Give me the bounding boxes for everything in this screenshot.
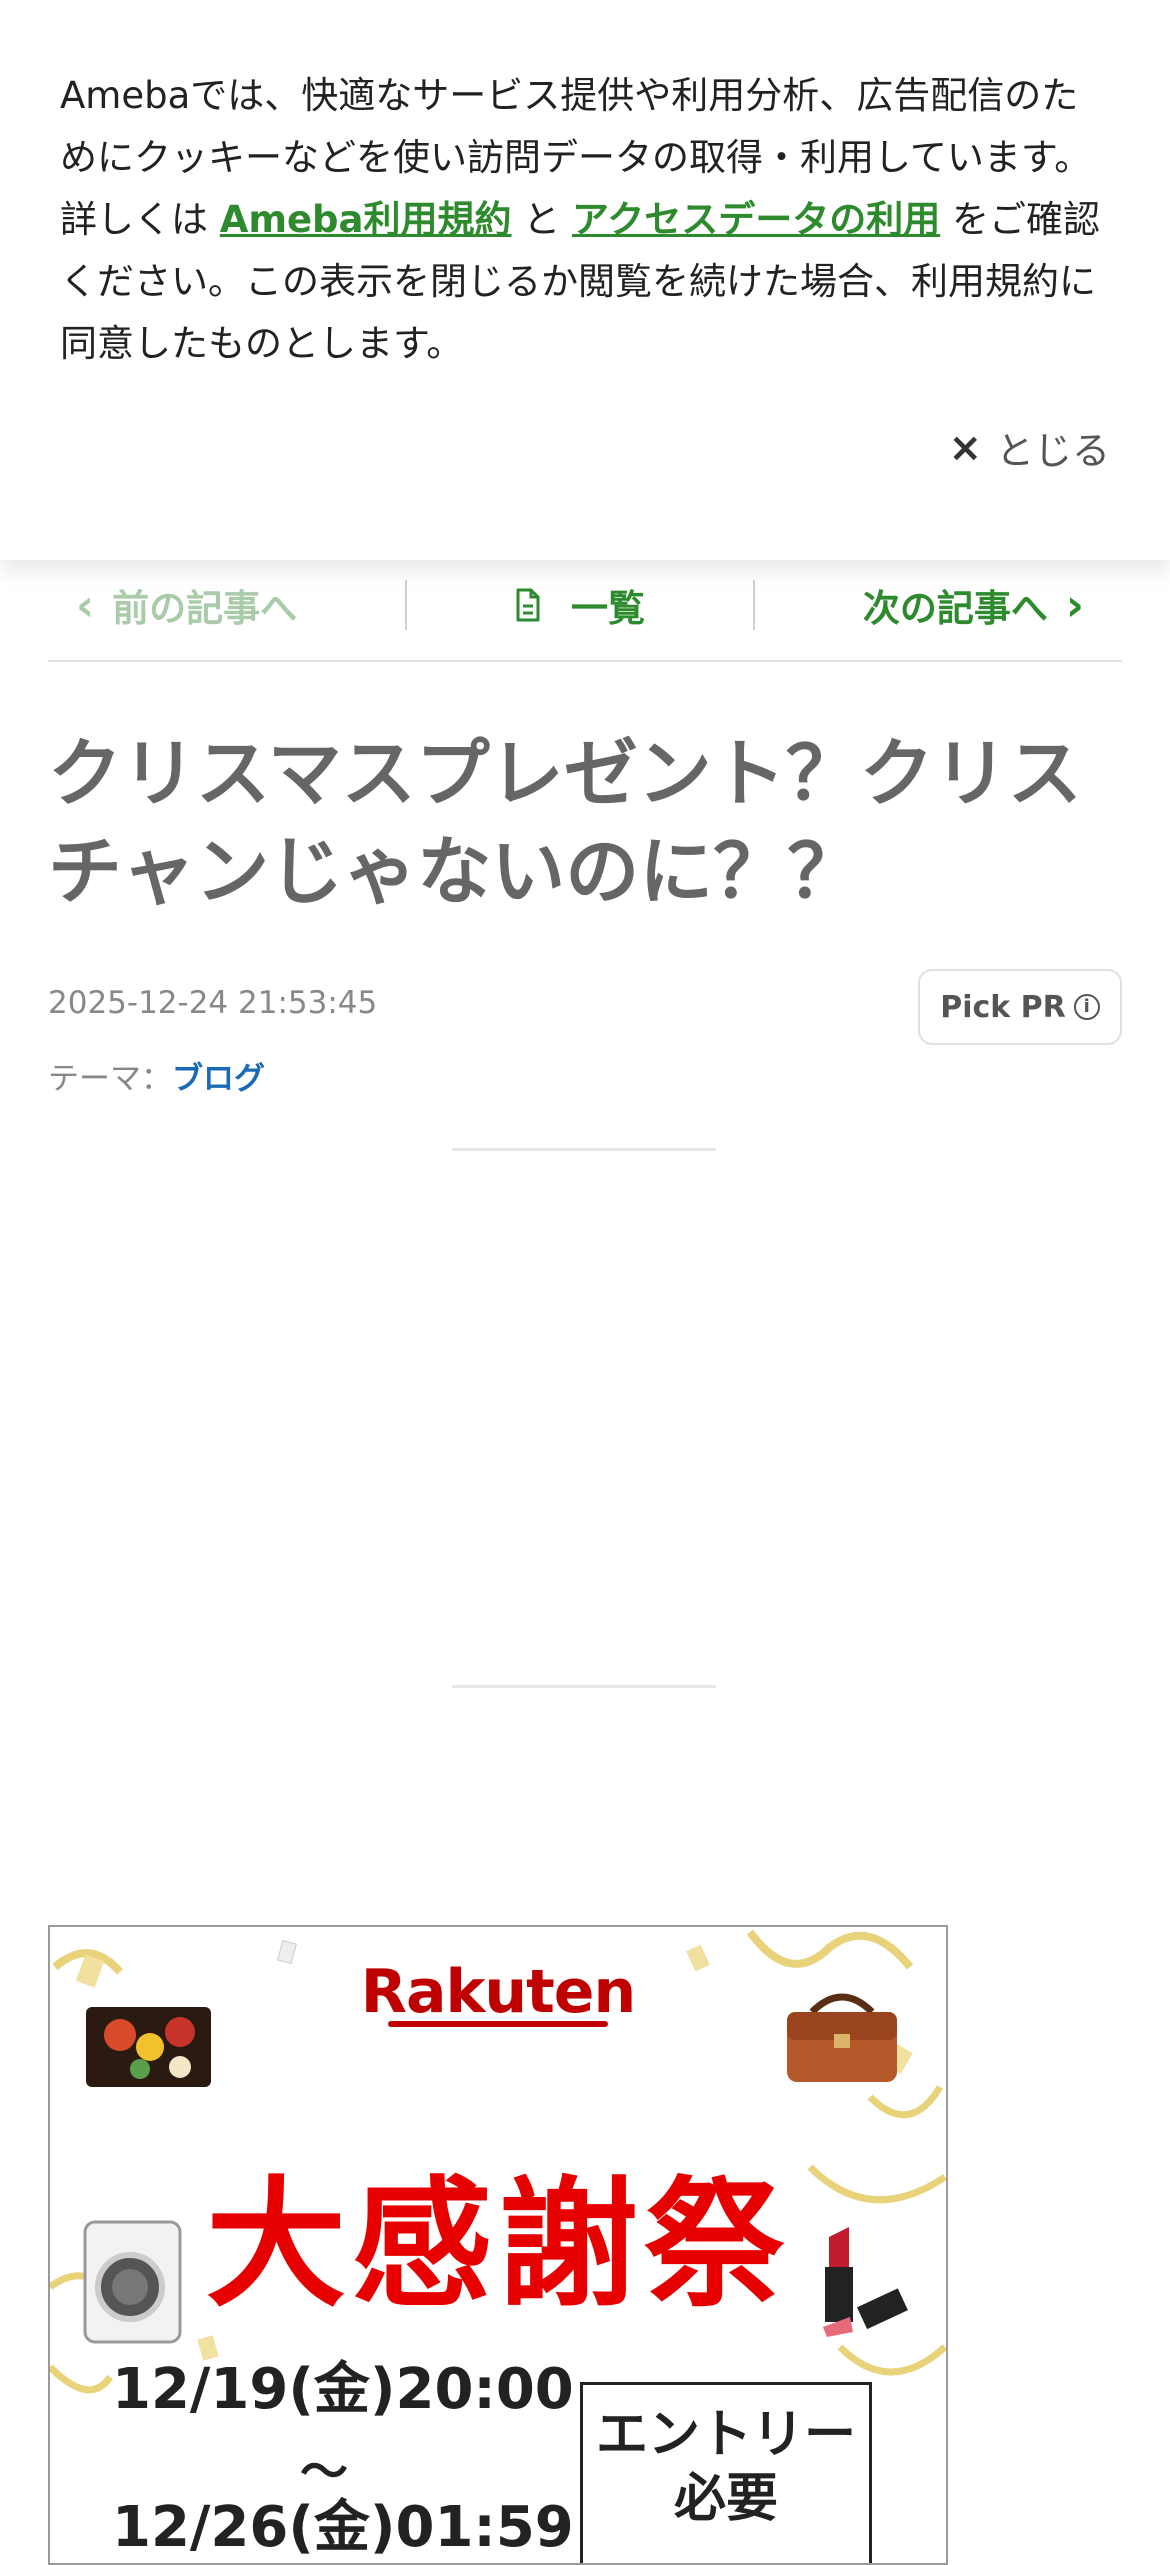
access-data-link[interactable]: アクセスデータの利用 xyxy=(572,198,940,241)
chevron-right-icon: › xyxy=(1065,579,1085,631)
info-icon: i xyxy=(1073,994,1100,1020)
cookie-close-label: とじる xyxy=(995,429,1110,473)
sale-start: 12/19(金)20:00 xyxy=(112,2357,574,2422)
pickpr-label: Pick PR xyxy=(940,989,1066,1025)
cookie-text-part: と xyxy=(511,198,573,241)
pickpr-button[interactable]: Pick PR i xyxy=(918,969,1122,1045)
theme-label: テーマ： xyxy=(48,1061,172,1097)
next-article-label: 次の記事へ xyxy=(862,587,1048,630)
prev-article-link[interactable]: ‹ 前の記事へ xyxy=(48,579,405,631)
cookie-consent-text: Amebaでは、快適なサービス提供や利用分析、広告配信のためにクッキーなどを使い… xyxy=(60,65,1110,375)
cookie-consent-banner: Amebaでは、快適なサービス提供や利用分析、広告配信のためにクッキーなどを使い… xyxy=(0,0,1170,560)
prev-article-label: 前の記事へ xyxy=(112,587,298,630)
entry-required-box: エントリー 必要 xyxy=(580,2382,872,2563)
next-article-link[interactable]: 次の記事へ › xyxy=(755,579,1122,631)
ad-separator-top xyxy=(452,1148,716,1151)
article-list-link[interactable]: 一覧 xyxy=(407,580,754,630)
cookie-close-button[interactable]: × とじる xyxy=(948,420,1110,475)
document-icon xyxy=(516,588,540,622)
entry-required-label: 必要 xyxy=(673,2469,778,2529)
article-datetime: 2025-12-24 21:53:45 xyxy=(48,985,378,1021)
article-list-label: 一覧 xyxy=(571,587,645,630)
terms-link[interactable]: Ameba利用規約 xyxy=(220,198,512,241)
ad-separator-bottom xyxy=(452,1685,716,1688)
rakuten-brand: Rakuten xyxy=(360,1957,636,2027)
close-icon: × xyxy=(948,424,982,471)
article-theme: テーマ：ブログ xyxy=(48,1053,265,1098)
theme-link[interactable]: ブログ xyxy=(172,1061,265,1097)
sale-end: 12/26(金)01:59 xyxy=(112,2495,574,2560)
rakuten-logo: Rakuten xyxy=(50,1957,946,2027)
rakuten-banner-ad[interactable]: Rakuten 大感謝祭 12/19(金)20:00 ～ 12/26(金)01:… xyxy=(48,1925,948,2565)
article-title: クリスマスプレゼント？クリスチャンじゃないのに？？ xyxy=(48,731,1082,915)
chevron-left-icon: ‹ xyxy=(76,579,95,631)
entry-label: エントリー xyxy=(595,2405,856,2465)
article-nav: ‹ 前の記事へ 一覧 次の記事へ › xyxy=(48,550,1122,662)
sale-headline: 大感謝祭 xyxy=(205,2164,790,2327)
